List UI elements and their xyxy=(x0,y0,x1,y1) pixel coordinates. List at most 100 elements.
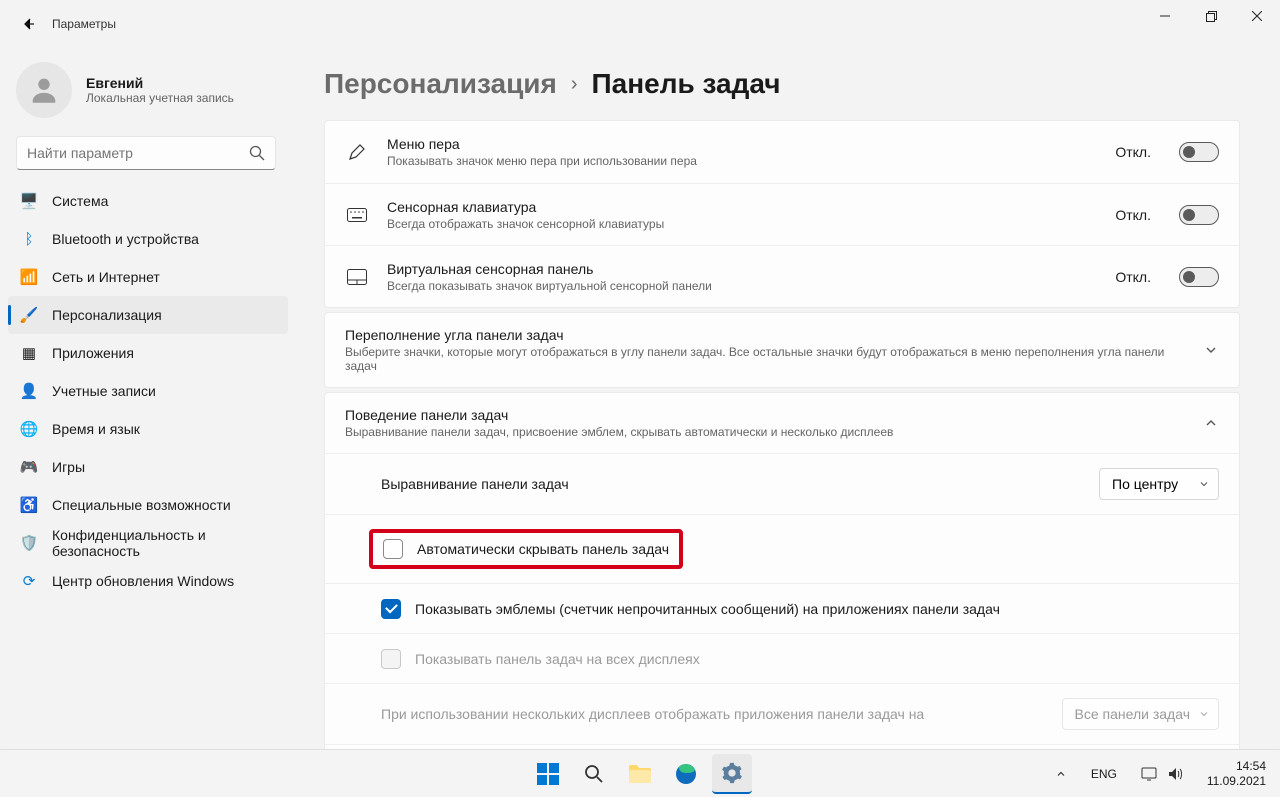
highlight-autohide: Автоматически скрывать панель задач xyxy=(369,529,683,569)
select-value: Все панели задач xyxy=(1075,706,1190,722)
folder-icon xyxy=(629,765,651,783)
multi-label: При использовании нескольких дисплеев от… xyxy=(381,706,1048,722)
checkbox-badges[interactable] xyxy=(381,599,401,619)
taskbar: ENG 14:54 11.09.2021 xyxy=(0,749,1280,797)
row-sub: Всегда отображать значок сенсорной клави… xyxy=(387,217,1097,231)
search-input[interactable] xyxy=(27,145,249,161)
apps-icon: ▦ xyxy=(20,344,38,362)
account-icon: 👤 xyxy=(20,382,38,400)
badges-label: Показывать эмблемы (счетчик непрочитанны… xyxy=(415,601,1219,617)
nav-list: 🖥️Система ᛒ Bluetooth и устройства 📶Сеть … xyxy=(4,182,288,600)
maximize-button[interactable] xyxy=(1188,0,1234,32)
search-button[interactable] xyxy=(574,754,614,794)
sidebar-item-update[interactable]: ⟳Центр обновления Windows xyxy=(8,562,288,600)
sidebar-item-label: Персонализация xyxy=(52,307,162,323)
search-box[interactable] xyxy=(16,136,276,170)
touchpad-icon xyxy=(345,269,369,285)
arrow-left-icon xyxy=(20,16,36,32)
sidebar-item-label: Bluetooth и устройства xyxy=(52,231,199,247)
edge-button[interactable] xyxy=(666,754,706,794)
expander-sub: Выберите значки, которые могут отображат… xyxy=(345,345,1185,373)
tray-network-sound[interactable] xyxy=(1135,763,1189,785)
expander-title: Поведение панели задач xyxy=(345,407,1185,423)
toggle-state: Откл. xyxy=(1115,144,1151,160)
page-title: Панель задач xyxy=(592,68,781,100)
row-sub: Всегда показывать значок виртуальной сен… xyxy=(387,279,1097,293)
toggle-virtual-touchpad[interactable] xyxy=(1179,267,1219,287)
pen-icon xyxy=(345,142,369,162)
sidebar-item-label: Учетные записи xyxy=(52,383,156,399)
sidebar-item-system[interactable]: 🖥️Система xyxy=(8,182,288,220)
row-sub: Показывать значок меню пера при использо… xyxy=(387,154,1097,168)
tray-chevron[interactable] xyxy=(1049,764,1073,784)
sidebar-item-label: Центр обновления Windows xyxy=(52,573,234,589)
sidebar-item-label: Конфиденциальность и безопасность xyxy=(52,527,276,559)
checkbox-all-displays xyxy=(381,649,401,669)
sidebar-item-label: Сеть и Интернет xyxy=(52,269,160,285)
sidebar-item-label: Приложения xyxy=(52,345,134,361)
sidebar-item-accessibility[interactable]: ♿Специальные возможности xyxy=(8,486,288,524)
search-icon xyxy=(249,145,265,161)
chevron-up-icon xyxy=(1203,415,1219,431)
breadcrumb: Персонализация › Панель задач xyxy=(324,68,1240,100)
person-icon xyxy=(27,73,61,107)
row-autohide: Автоматически скрывать панель задач xyxy=(325,514,1239,583)
chevron-right-icon: › xyxy=(571,73,578,96)
avatar xyxy=(16,62,72,118)
row-virtual-touchpad: Виртуальная сенсорная панель Всегда пока… xyxy=(325,245,1239,307)
close-icon xyxy=(1252,11,1262,21)
app-title: Параметры xyxy=(52,17,116,31)
sidebar-item-network[interactable]: 📶Сеть и Интернет xyxy=(8,258,288,296)
settings-button[interactable] xyxy=(712,754,752,794)
profile-block[interactable]: Евгений Локальная учетная запись xyxy=(4,48,288,136)
bluetooth-icon: ᛒ xyxy=(20,230,38,248)
row-title: Меню пера xyxy=(387,136,1097,152)
chevron-down-icon xyxy=(1198,708,1210,720)
sidebar-item-label: Игры xyxy=(52,459,85,475)
tray-language[interactable]: ENG xyxy=(1085,763,1123,785)
tray-clock[interactable]: 14:54 11.09.2021 xyxy=(1201,757,1272,790)
chevron-up-icon xyxy=(1055,768,1067,780)
overflow-expander[interactable]: Переполнение угла панели задач Выберите … xyxy=(324,312,1240,388)
explorer-button[interactable] xyxy=(620,754,660,794)
gear-icon xyxy=(721,762,743,784)
minimize-button[interactable] xyxy=(1142,0,1188,32)
alignment-select[interactable]: По центру xyxy=(1099,468,1219,500)
toggle-touch-keyboard[interactable] xyxy=(1179,205,1219,225)
windows-icon xyxy=(537,763,559,785)
edge-icon xyxy=(675,763,697,785)
profile-sub: Локальная учетная запись xyxy=(86,91,234,105)
network-icon xyxy=(1141,767,1157,781)
sidebar-item-privacy[interactable]: 🛡️Конфиденциальность и безопасность xyxy=(8,524,288,562)
row-badges: Показывать эмблемы (счетчик непрочитанны… xyxy=(325,583,1239,633)
sidebar-item-bluetooth[interactable]: ᛒ Bluetooth и устройства xyxy=(8,220,288,258)
row-all-displays: Показывать панель задач на всех дисплеях xyxy=(325,633,1239,683)
toggle-state: Откл. xyxy=(1115,269,1151,285)
language-label: ENG xyxy=(1091,767,1117,781)
paint-icon: 🖌️ xyxy=(20,306,38,324)
sidebar-item-accounts[interactable]: 👤 Учетные записи xyxy=(8,372,288,410)
sidebar-item-personalization[interactable]: 🖌️ Персонализация xyxy=(8,296,288,334)
row-title: Виртуальная сенсорная панель xyxy=(387,261,1097,277)
alignment-label: Выравнивание панели задач xyxy=(381,476,1085,492)
close-button[interactable] xyxy=(1234,0,1280,32)
checkbox-autohide[interactable] xyxy=(383,539,403,559)
minimize-icon xyxy=(1160,11,1170,21)
autohide-label: Автоматически скрывать панель задач xyxy=(417,541,669,557)
sidebar-item-apps[interactable]: ▦ Приложения xyxy=(8,334,288,372)
sidebar-item-label: Время и язык xyxy=(52,421,140,437)
all-displays-label: Показывать панель задач на всех дисплеях xyxy=(415,651,1219,667)
gamepad-icon: 🎮 xyxy=(20,458,38,476)
globe-icon: 🌐 xyxy=(20,420,38,438)
back-button[interactable] xyxy=(8,4,48,44)
profile-name: Евгений xyxy=(86,75,234,91)
main-content: Персонализация › Панель задач Меню пера … xyxy=(300,48,1280,749)
breadcrumb-parent[interactable]: Персонализация xyxy=(324,68,557,100)
sidebar-item-gaming[interactable]: 🎮 Игры xyxy=(8,448,288,486)
toggle-pen[interactable] xyxy=(1179,142,1219,162)
volume-icon xyxy=(1167,767,1183,781)
sidebar: Евгений Локальная учетная запись 🖥️Систе… xyxy=(0,48,300,749)
start-button[interactable] xyxy=(528,754,568,794)
sidebar-item-time[interactable]: 🌐 Время и язык xyxy=(8,410,288,448)
behavior-header[interactable]: Поведение панели задач Выравнивание пане… xyxy=(325,393,1239,453)
